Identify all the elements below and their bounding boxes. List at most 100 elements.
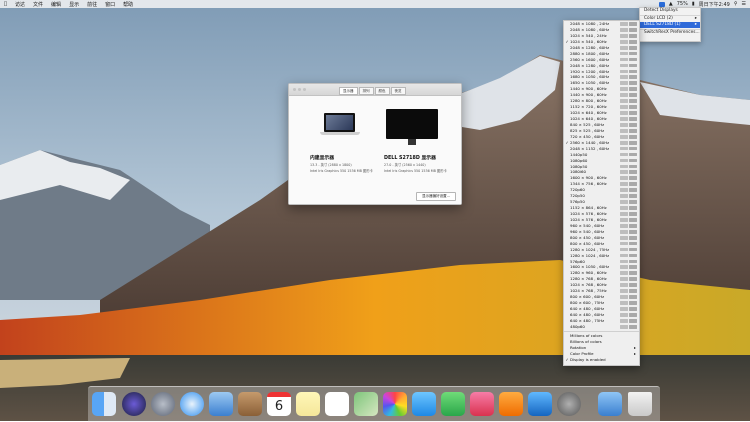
clock[interactable]: 周日下午2:49 (699, 1, 730, 8)
dell-display-item[interactable]: DELL S2718D (1) ▸ (640, 22, 700, 28)
display-menu-icon[interactable] (658, 1, 665, 7)
hidpi-badge-icon (620, 247, 628, 252)
resolution-badge-icon (629, 45, 637, 50)
books-icon[interactable] (499, 392, 523, 416)
calendar-icon[interactable]: 6 (267, 392, 291, 416)
menu-finder[interactable]: 访达 (11, 1, 29, 8)
trash-icon[interactable] (628, 392, 652, 416)
app-store-icon[interactable] (528, 392, 552, 416)
hidpi-badge-icon (620, 158, 628, 163)
hidpi-badge-icon (620, 223, 628, 228)
resolution-label: 1080p60 (570, 157, 588, 163)
hidpi-badge-icon (620, 200, 628, 204)
hidpi-badge-icon (620, 164, 628, 169)
resolution-label: 576p50 (570, 199, 585, 205)
menu-file[interactable]: 文件 (29, 1, 47, 8)
resolution-badge-icon (629, 283, 637, 288)
list-icon[interactable]: ☰ (742, 1, 746, 7)
hidpi-badge-icon (620, 51, 628, 56)
resolution-label: 1280 × 960 , 60Hz (570, 270, 607, 276)
builtin-display-gpu: Intel Iris Graphics 550 1536 MB 图形卡 (310, 169, 373, 173)
menu-window[interactable]: 窗口 (101, 1, 119, 8)
hidpi-badge-icon (620, 318, 628, 323)
tab-display[interactable]: 显示器 (339, 87, 358, 95)
hidpi-badge-icon (620, 152, 628, 157)
minimize-button[interactable] (298, 88, 301, 91)
resolution-label: 1152 × 864 , 60Hz (570, 205, 607, 211)
hidpi-badge-icon (620, 69, 628, 74)
resolution-label: 640 × 480 , 75Hz (570, 317, 605, 323)
menu-view[interactable]: 显示 (65, 1, 83, 8)
resolution-badge-icon (629, 111, 637, 115)
resolution-item[interactable]: 480p60 (564, 324, 639, 330)
display-dropdown-menu: Detect Displays Color LCD (2) ▸ DELL S271… (639, 7, 701, 42)
resolution-badge-icon (629, 170, 637, 175)
resolution-badge-icon (629, 51, 637, 56)
reminders-icon[interactable] (325, 392, 349, 416)
resolution-label: 720p50 (570, 193, 585, 199)
hidpi-badge-icon (620, 289, 628, 293)
builtin-display-name: 内建显示器 (310, 156, 334, 161)
hidpi-badge-icon (620, 217, 628, 222)
resolution-label: 480p60 (570, 323, 585, 329)
resolution-badge-icon (629, 146, 637, 151)
resolution-badge-icon (629, 318, 637, 323)
resolution-label: 960 × 540 , 60Hz (570, 222, 605, 228)
resolution-footer-item[interactable]: ✓ Display is enabled (564, 357, 639, 363)
resolution-label: 1440p50 (570, 151, 588, 157)
downloads-icon[interactable] (598, 392, 622, 416)
tab-color[interactable]: 颜色 (374, 87, 390, 95)
resolution-label: 1280 × 768 , 60Hz (570, 276, 607, 282)
close-button[interactable] (293, 88, 296, 91)
resolution-label: 1080p50 (570, 163, 588, 169)
resolution-badge-icon (629, 312, 637, 317)
laptop-icon (320, 113, 360, 139)
resolution-label: 1024 × 640 , 60Hz (570, 116, 607, 121)
notes-icon[interactable] (296, 392, 320, 416)
safari-icon[interactable] (180, 392, 204, 416)
resolution-label: 640 × 480 , 60Hz (570, 306, 605, 311)
footer-label: Display is enabled (570, 356, 606, 362)
zoom-button[interactable] (303, 88, 306, 91)
submenu-arrow-icon: ▸ (694, 22, 697, 27)
facetime-icon[interactable] (441, 392, 465, 416)
contacts-icon[interactable] (238, 392, 262, 416)
resolution-badge-icon (629, 188, 637, 193)
apple-menu-icon[interactable]:  (0, 1, 11, 7)
resolution-badge-icon (629, 247, 637, 252)
menu-go[interactable]: 前往 (83, 1, 101, 8)
hidpi-badge-icon (620, 235, 628, 240)
finder-icon[interactable] (92, 392, 116, 416)
resolution-label: 1280 × 800 , 60Hz (570, 98, 607, 104)
resolution-label: 800 × 600 , 60Hz (570, 294, 605, 300)
resolution-label: 2048 × 1152 , 60Hz (570, 145, 610, 151)
music-icon[interactable] (470, 392, 494, 416)
resolution-label: 1024 × 768 , 75Hz (570, 288, 607, 294)
hidpi-badge-icon (620, 134, 628, 139)
resolution-badge-icon (629, 212, 637, 216)
menu-edit[interactable]: 编辑 (47, 1, 65, 8)
siri-icon[interactable] (122, 392, 146, 416)
maps-icon[interactable] (354, 392, 378, 416)
hidpi-badge-icon (620, 277, 628, 282)
mail-icon[interactable] (209, 392, 233, 416)
resolution-label: 1280 × 1024 , 75Hz (570, 246, 610, 252)
menu-help[interactable]: 帮助 (119, 1, 137, 8)
messages-icon[interactable] (412, 392, 436, 416)
resolution-badge-icon (629, 99, 637, 103)
tab-arrangement[interactable]: 排列 (358, 87, 374, 95)
tab-night-shift[interactable]: 夜览 (390, 87, 406, 95)
display-preferences-button[interactable]: 显示器偏好设置... (416, 192, 456, 201)
detect-displays-item[interactable]: Detect Displays (640, 8, 700, 14)
resolution-badge-icon (629, 117, 637, 121)
hidpi-badge-icon (620, 271, 628, 276)
hidpi-badge-icon (620, 253, 628, 258)
photos-icon[interactable] (383, 392, 407, 416)
launchpad-icon[interactable] (151, 392, 175, 416)
resolution-label: 960 × 540 , 60Hz (570, 228, 605, 234)
resolution-label: 800 × 600 , 75Hz (570, 300, 605, 306)
system-preferences-icon[interactable] (557, 392, 581, 416)
resolution-label: 1024 × 540 , 60Hz (570, 38, 607, 44)
search-icon[interactable]: ⚲ (734, 1, 738, 7)
switchresx-preferences-item[interactable]: SwitchResX Preferences... (640, 30, 700, 36)
